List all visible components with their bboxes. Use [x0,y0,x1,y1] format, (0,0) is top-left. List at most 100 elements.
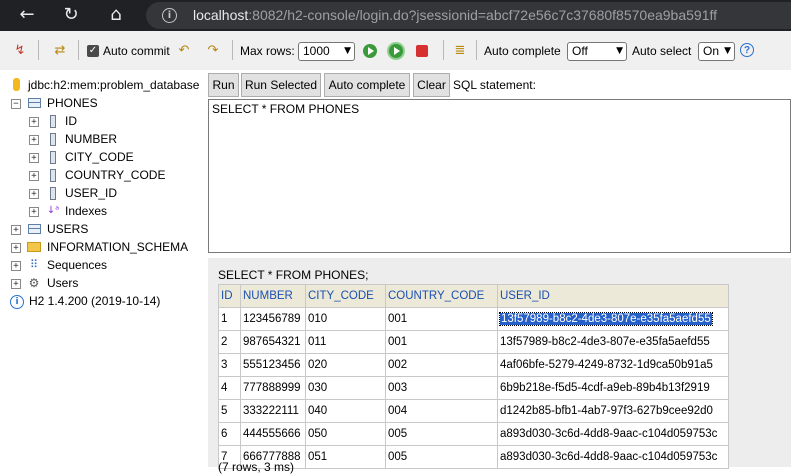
run-button[interactable]: Run [208,73,239,97]
clear-button[interactable]: Clear [413,73,450,97]
site-info-icon[interactable]: i [162,8,177,23]
chevron-down-icon: ▼ [616,46,623,56]
schema-name: INFORMATION_SCHEMA [47,240,189,254]
max-rows-value: 1000 [303,44,330,58]
toolbar-separator [232,40,233,60]
header-cell[interactable]: NUMBER [240,284,306,308]
stop-icon[interactable] [416,45,428,57]
table-icon [28,224,41,234]
history-icon[interactable]: ≣ [452,43,468,59]
auto-select-value: On [703,44,720,58]
cell: 020 [305,353,386,377]
cell: 030 [305,376,386,400]
h2-toolbar: ↯ ⇄ ✓ Auto commit ↶ ↷ Max rows: 1000 ▼ ≣ … [0,31,791,70]
browser-bar: ← ↻ ⌂ i localhost:8082/h2-console/login.… [0,0,791,31]
column-icon [50,133,56,146]
column-icon [50,115,56,128]
url-text: localhost:8082/h2-console/login.do?jsess… [193,7,717,23]
disconnect-icon[interactable]: ↯ [12,43,28,59]
index-sort-icon: ↓ᵃ [46,205,60,216]
toolbar-separator [78,40,79,60]
column-name: CITY_CODE [65,150,134,164]
header-cell[interactable]: ID [218,284,241,308]
cell: a893d030-3c6d-4dd8-9aac-c104d059753c [497,422,729,446]
cell: 4af06bfe-5279-4249-8732-1d9ca50b91a5 [497,353,729,377]
toolbar-separator [476,40,477,60]
cell: 002 [385,353,498,377]
expand-icon[interactable]: + [11,279,21,289]
cell: 005 [385,422,498,446]
cell: 005 [385,445,498,469]
users-label: Users [47,276,79,290]
database-url: jdbc:h2:mem:problem_database [28,78,200,92]
header-cell[interactable]: COUNTRY_CODE [385,284,498,308]
cell: 777888999 [240,376,306,400]
column-icon [50,169,56,182]
header-cell[interactable]: CITY_CODE [305,284,386,308]
run-selected-button[interactable]: Run Selected [241,73,321,97]
expand-icon[interactable]: + [29,153,39,163]
result-header-row: ID NUMBER CITY_CODE COUNTRY_CODE USER_ID [218,284,729,308]
run-icon[interactable] [363,44,377,58]
chevron-down-icon: ▼ [724,46,731,56]
auto-select-select[interactable]: On ▼ [698,42,735,61]
column-name: USER_ID [65,186,118,200]
back-arrow-icon[interactable]: ← [15,4,39,26]
expand-icon[interactable]: + [11,243,21,253]
collapse-icon[interactable]: − [11,99,21,109]
toolbar-separator [443,40,444,60]
cell: 123456789 [240,307,306,331]
expand-icon[interactable]: + [29,135,39,145]
run-selected-icon[interactable] [389,44,403,58]
refresh-icon[interactable]: ⇄ [52,43,68,59]
auto-complete-value: Off [572,44,588,58]
help-icon[interactable]: ? [740,43,754,57]
auto-commit-checkbox[interactable]: ✓ [87,45,99,57]
home-icon[interactable]: ⌂ [104,4,128,26]
rollback-icon[interactable]: ↶ [176,43,192,59]
table-row: 3 555123456 020 002 4af06bfe-5279-4249-8… [218,353,729,377]
reload-icon[interactable]: ↻ [59,4,83,26]
table-row: 7 666777888 051 005 a893d030-3c6d-4dd8-9… [218,445,729,469]
cell-selected[interactable]: 13f57989-b8c2-4de3-807e-e35fa5aefd55 [497,307,729,331]
expand-icon[interactable]: + [29,117,39,127]
cell: 444555666 [240,422,306,446]
cell: 6b9b218e-f5d5-4cdf-a9eb-89b4b13f2919 [497,376,729,400]
max-rows-label: Max rows: [240,44,295,58]
sequences-label: Sequences [47,258,108,272]
sql-editor[interactable]: SELECT * FROM PHONES [208,99,791,253]
cell: 987654321 [240,330,306,354]
header-cell[interactable]: USER_ID [497,284,729,308]
cell: 003 [385,376,498,400]
cell: 001 [385,330,498,354]
cell: 333222111 [240,399,306,423]
table-row: 2 987654321 011 001 13f57989-b8c2-4de3-8… [218,330,729,354]
result-table: ID NUMBER CITY_CODE COUNTRY_CODE USER_ID… [218,284,729,469]
table-name: PHONES [47,96,98,110]
expand-icon[interactable]: + [11,225,21,235]
table-row: 5 333222111 040 004 d1242b85-bfb1-4ab7-9… [218,399,729,423]
cell: 051 [305,445,386,469]
cell: a893d030-3c6d-4dd8-9aac-c104d059753c [497,445,729,469]
column-icon [50,187,56,200]
cell: 011 [305,330,386,354]
expand-icon[interactable]: + [29,207,39,217]
cell: 001 [385,307,498,331]
auto-complete-select[interactable]: Off ▼ [567,42,627,61]
cell: 4 [218,376,241,400]
sql-statement-label: SQL statement: [453,78,536,92]
expand-icon[interactable]: + [11,261,21,271]
cell: 5 [218,399,241,423]
address-bar[interactable]: i localhost:8082/h2-console/login.do?jse… [146,2,791,29]
cell: 1 [218,307,241,331]
cell: 555123456 [240,353,306,377]
table-icon [28,98,41,108]
auto-complete-button[interactable]: Auto complete [324,73,410,97]
expand-icon[interactable]: + [29,189,39,199]
cell: 6 [218,422,241,446]
expand-icon[interactable]: + [29,171,39,181]
sequences-icon: ⠿ [29,258,39,271]
column-name: NUMBER [65,132,118,146]
max-rows-select[interactable]: 1000 ▼ [298,42,355,61]
commit-icon[interactable]: ↷ [205,43,221,59]
